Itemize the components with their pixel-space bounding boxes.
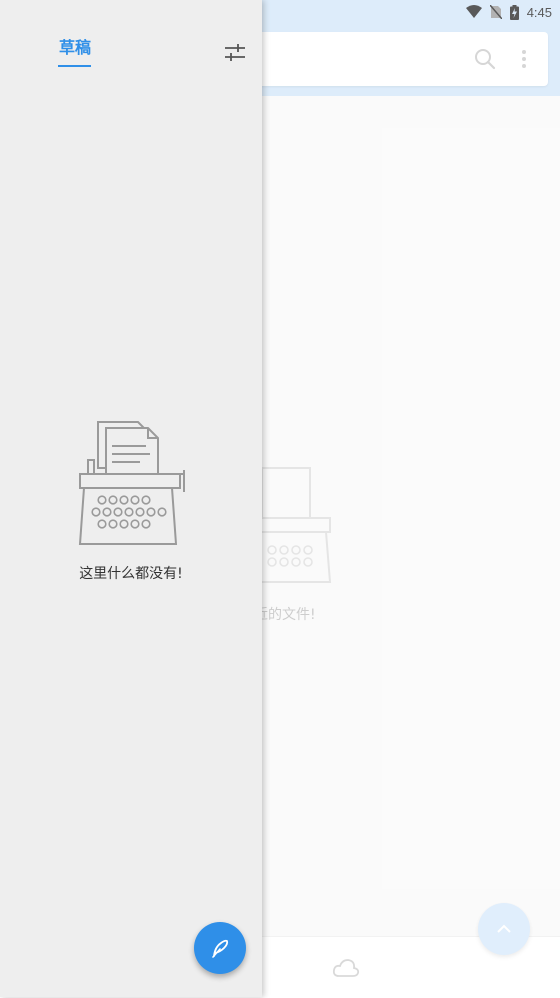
more-vert-icon[interactable]: [516, 48, 532, 70]
scroll-to-top-button[interactable]: [478, 903, 530, 955]
tab-indicator: [58, 65, 91, 67]
chevron-up-icon: [497, 924, 511, 933]
status-icons: 4:45: [465, 3, 552, 21]
tab-drafts[interactable]: 草稿: [56, 34, 94, 58]
no-sim-icon: [489, 5, 502, 19]
wifi-icon: [465, 5, 482, 18]
main-empty-text: 最近的文件!: [240, 607, 316, 623]
typewriter-icon: [78, 421, 185, 545]
search-icon[interactable]: [474, 48, 496, 70]
tune-icon[interactable]: [224, 42, 246, 64]
feather-pen-icon: [212, 939, 229, 958]
cloud-icon[interactable]: [332, 957, 360, 979]
drawer-empty-text: 这里什么都没有!: [79, 566, 183, 582]
battery-charging-icon: [509, 4, 519, 20]
status-time: 4:45: [526, 4, 552, 20]
new-draft-button[interactable]: [194, 922, 246, 974]
drafts-drawer: 草稿 这里什么都没有!: [0, 0, 262, 997]
